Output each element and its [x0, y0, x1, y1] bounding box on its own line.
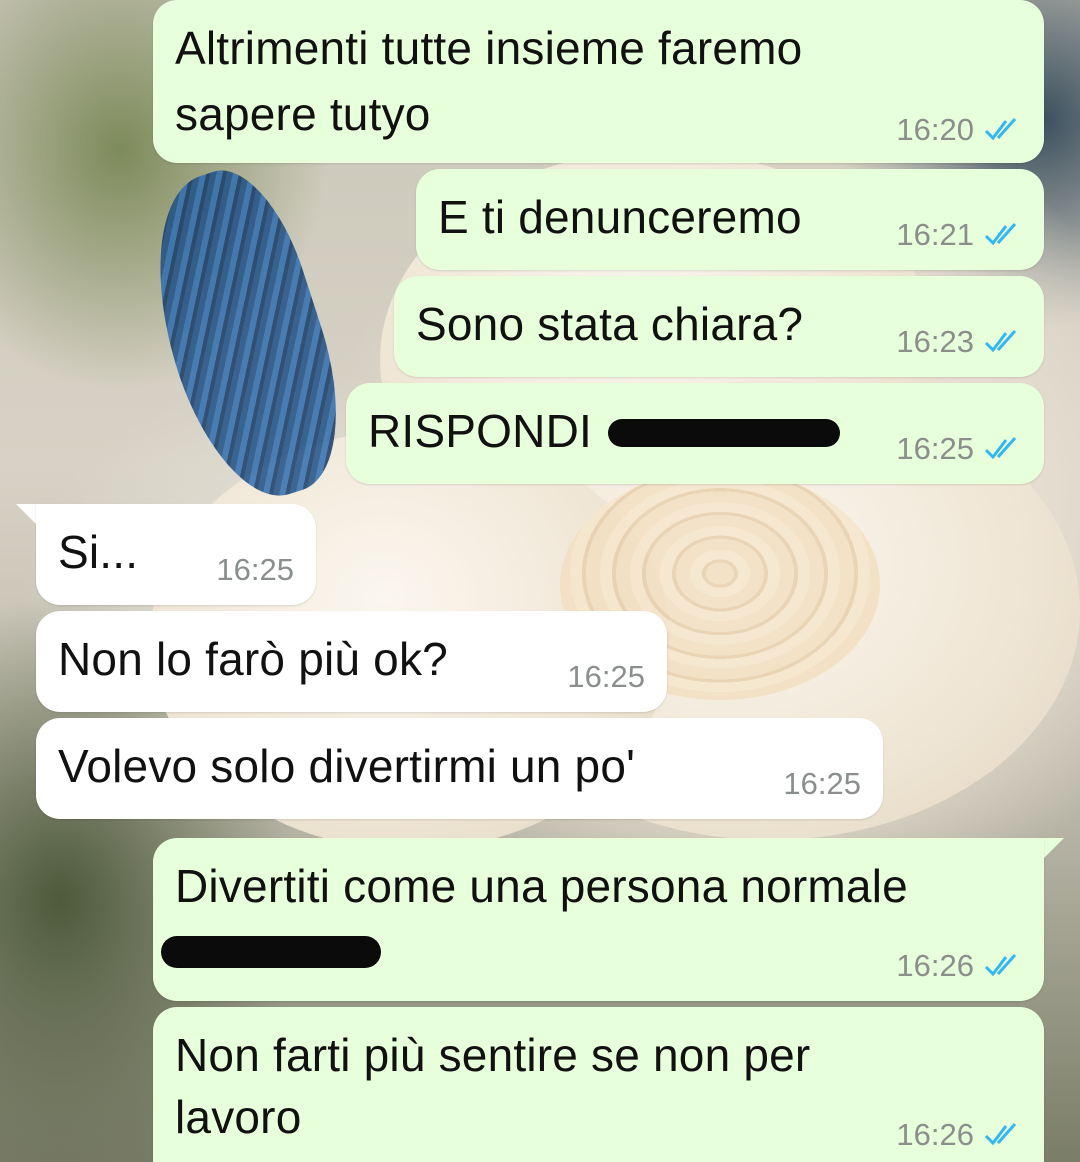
message-meta: 16:25 [567, 659, 645, 695]
message-meta: 16:26 [896, 948, 1022, 984]
message-time: 16:20 [896, 112, 974, 147]
message-time: 16:25 [216, 552, 294, 587]
message-text: Divertiti come una persona normale [175, 860, 908, 912]
message-text: lavoro [175, 1091, 302, 1143]
message-text: Non farti più sentire se non per [175, 1029, 811, 1081]
outgoing-message-bubble[interactable]: Sono stata chiara? 16:23 [394, 276, 1044, 377]
message-text: E ti denunceremo [438, 191, 802, 243]
message-time: 16:26 [896, 948, 974, 983]
message-time: 16:25 [783, 766, 861, 801]
message-time: 16:21 [896, 217, 974, 252]
incoming-message-bubble[interactable]: Non lo farò più ok? 16:25 [36, 611, 667, 712]
message-text: Si... [58, 526, 139, 578]
double-check-icon [984, 329, 1017, 353]
outgoing-message-bubble[interactable]: E ti denunceremo 16:21 [416, 169, 1044, 270]
message-text: Volevo solo divertirmi un po' [58, 740, 636, 792]
message-text: Sono stata chiara? [416, 298, 804, 350]
message-meta: 16:21 [896, 217, 1022, 253]
double-check-icon [984, 117, 1017, 141]
double-check-icon [984, 953, 1017, 977]
outgoing-message-bubble[interactable]: Non farti più sentire se non per lavoro … [153, 1007, 1044, 1162]
message-meta: 16:26 [896, 1117, 1022, 1153]
outgoing-message-bubble[interactable]: Divertiti come una persona normale 16:26 [153, 838, 1044, 1001]
message-time: 16:25 [896, 431, 974, 466]
incoming-message-bubble[interactable]: Volevo solo divertirmi un po' 16:25 [36, 718, 883, 819]
message-meta: 16:25 [896, 431, 1022, 467]
double-check-icon [984, 222, 1017, 246]
message-meta: 16:25 [783, 766, 861, 802]
message-text: sapere tutyo [175, 88, 431, 140]
message-text: Non lo farò più ok? [58, 633, 448, 685]
outgoing-message-bubble[interactable]: RISPONDI 16:25 [346, 383, 1044, 484]
redaction-mark [608, 419, 840, 447]
message-text: Altrimenti tutte insieme faremo [175, 22, 803, 74]
outgoing-message-bubble[interactable]: Altrimenti tutte insieme faremo sapere t… [153, 0, 1044, 163]
redaction-mark [161, 936, 381, 968]
message-time: 16:25 [567, 659, 645, 694]
message-time: 16:26 [896, 1117, 974, 1152]
double-check-icon [984, 1122, 1017, 1146]
double-check-icon [984, 436, 1017, 460]
message-text: RISPONDI [368, 405, 592, 457]
message-meta: 16:23 [896, 324, 1022, 360]
message-meta: 16:20 [896, 112, 1022, 148]
message-meta: 16:25 [216, 552, 294, 588]
message-time: 16:23 [896, 324, 974, 359]
incoming-message-bubble[interactable]: Si... 16:25 [36, 504, 316, 605]
